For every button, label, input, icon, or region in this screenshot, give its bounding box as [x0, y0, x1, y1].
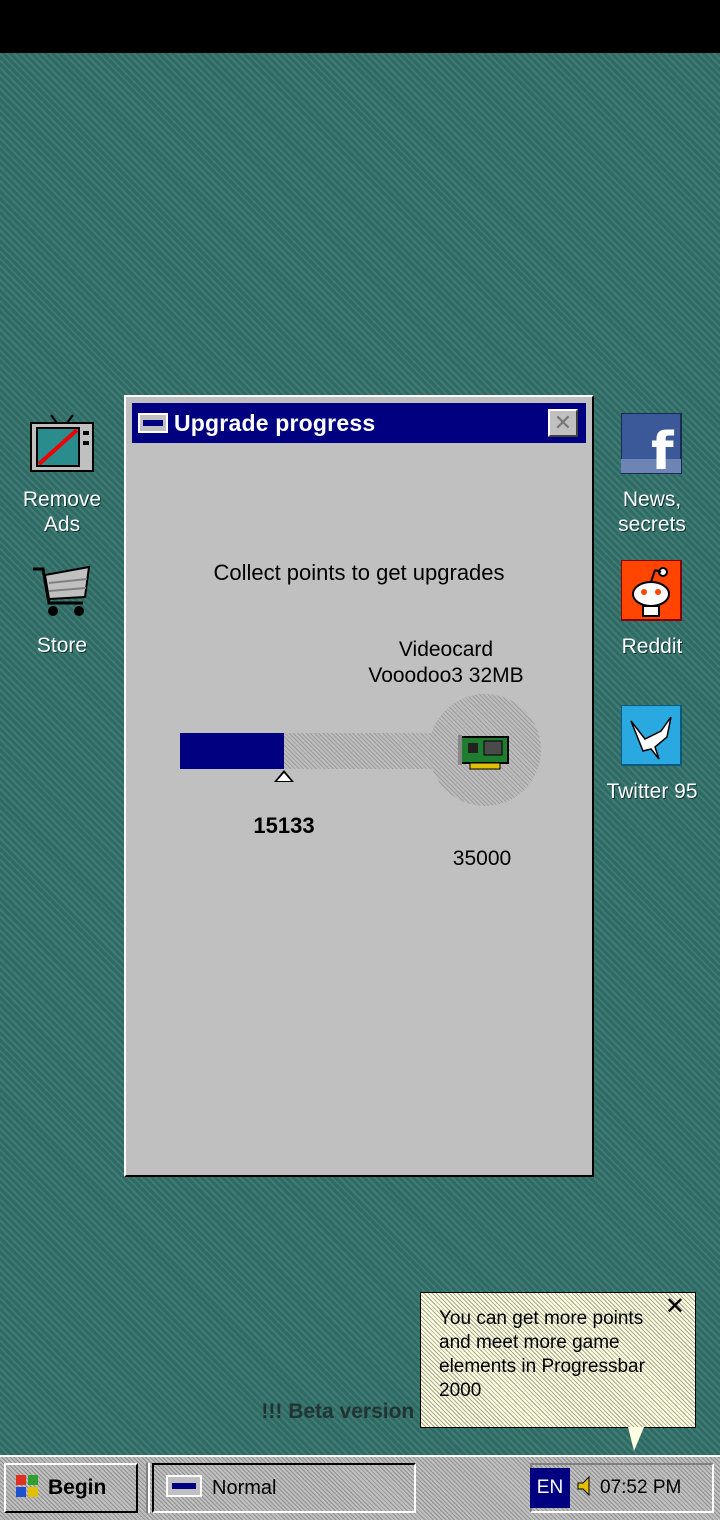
window-title: Upgrade progress — [174, 409, 376, 436]
window-titlebar[interactable]: Upgrade progress ✕ — [132, 403, 586, 443]
phone-status-bar — [0, 0, 720, 53]
desktop-icon-store[interactable]: Store — [7, 563, 117, 658]
speaker-icon[interactable] — [576, 1475, 596, 1502]
tooltip-text: You can get more points and meet more ga… — [439, 1308, 645, 1401]
tv-no-ads-icon — [7, 413, 117, 481]
window-close-button[interactable]: ✕ — [548, 409, 578, 437]
hint-tooltip: You can get more points and meet more ga… — [420, 1292, 696, 1428]
taskbar: Begin Normal EN 07:52 PM — [0, 1455, 720, 1520]
twitter-icon — [597, 704, 707, 773]
desktop-icon-label: Twitter 95 — [606, 780, 698, 803]
desktop-icon-twitter[interactable]: Twitter 95 — [597, 704, 707, 804]
current-points: 15133 — [253, 813, 315, 838]
desktop-icon-reddit[interactable]: Reddit — [597, 559, 707, 659]
desktop-icon-remove-ads[interactable]: Remove Ads — [7, 413, 117, 537]
desktop-icon-label: News, secrets — [618, 488, 686, 536]
upgrade-target-name: Vooodoo3 32MB — [368, 664, 524, 687]
reddit-icon — [597, 559, 707, 628]
close-icon: ✕ — [553, 410, 573, 435]
system-tray: EN 07:52 PM — [530, 1463, 714, 1513]
goal-points: 35000 — [452, 847, 512, 870]
taskbar-item-window[interactable]: Normal — [152, 1463, 416, 1513]
upgrade-target-label: Videocard Vooodoo3 32MB — [346, 637, 546, 689]
desktop-icon-label: Reddit — [621, 635, 683, 658]
task-window-icon — [166, 1474, 202, 1502]
start-logo-icon — [14, 1473, 42, 1504]
start-button[interactable]: Begin — [4, 1463, 138, 1513]
taskbar-item-label: Normal — [212, 1476, 277, 1499]
svg-text:f: f — [651, 422, 675, 475]
tooltip-close-icon[interactable]: ✕ — [665, 1295, 685, 1319]
progress-fill — [180, 733, 284, 769]
upgrade-progress-window: Upgrade progress ✕ Collect points to get… — [124, 395, 594, 1177]
start-button-label: Begin — [48, 1476, 107, 1499]
desktop-icon-label: Remove Ads — [22, 488, 102, 536]
taskbar-clock: 07:52 PM — [600, 1477, 682, 1498]
progress-marker — [274, 770, 294, 782]
upgrade-target-category: Videocard — [398, 638, 494, 661]
desktop-icon-news[interactable]: f News, secrets — [597, 412, 707, 537]
videocard-icon — [458, 733, 512, 778]
instruction-text: Collect points to get upgrades — [213, 560, 505, 585]
desktop-icon-label: Store — [36, 634, 88, 657]
taskbar-separator — [146, 1463, 150, 1513]
window-app-icon — [138, 413, 168, 433]
language-indicator[interactable]: EN — [530, 1468, 570, 1508]
facebook-icon: f — [597, 412, 707, 482]
tooltip-tail — [628, 1427, 644, 1451]
shopping-cart-icon — [7, 563, 117, 627]
